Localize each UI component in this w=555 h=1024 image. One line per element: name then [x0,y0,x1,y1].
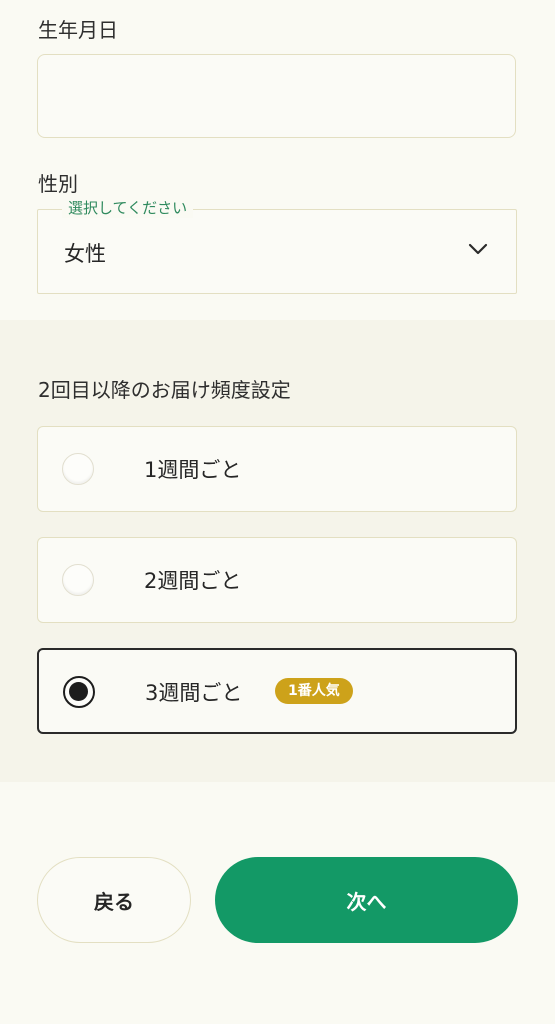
gender-select-legend: 選択してください [62,198,194,218]
radio-dot-icon [69,682,88,701]
birthdate-input[interactable] [37,54,516,138]
radio-button[interactable] [62,564,94,596]
radio-button[interactable] [62,453,94,485]
frequency-title: 2回目以降のお届け頻度設定 [38,378,291,402]
gender-select[interactable]: 選択してください 女性 [37,198,517,294]
radio-button-selected[interactable] [63,676,95,708]
popular-badge: 1番人気 [275,678,353,704]
frequency-option-3-week[interactable]: 3週間ごと 1番人気 [37,648,517,734]
birthdate-label: 生年月日 [38,18,118,42]
option-label: 2週間ごと [144,569,242,593]
frequency-option-2-week[interactable]: 2週間ごと [37,537,517,623]
option-label: 3週間ごと [145,681,243,705]
back-button[interactable]: 戻る [37,857,191,943]
chevron-down-icon [468,243,488,255]
next-button[interactable]: 次へ [215,857,518,943]
gender-label: 性別 [38,172,78,196]
option-label: 1週間ごと [144,458,242,482]
frequency-option-1-week[interactable]: 1週間ごと [37,426,517,512]
frequency-section: 2回目以降のお届け頻度設定 1週間ごと 2週間ごと 3週間ごと 1番人気 [0,320,555,782]
gender-select-value: 女性 [64,242,106,266]
